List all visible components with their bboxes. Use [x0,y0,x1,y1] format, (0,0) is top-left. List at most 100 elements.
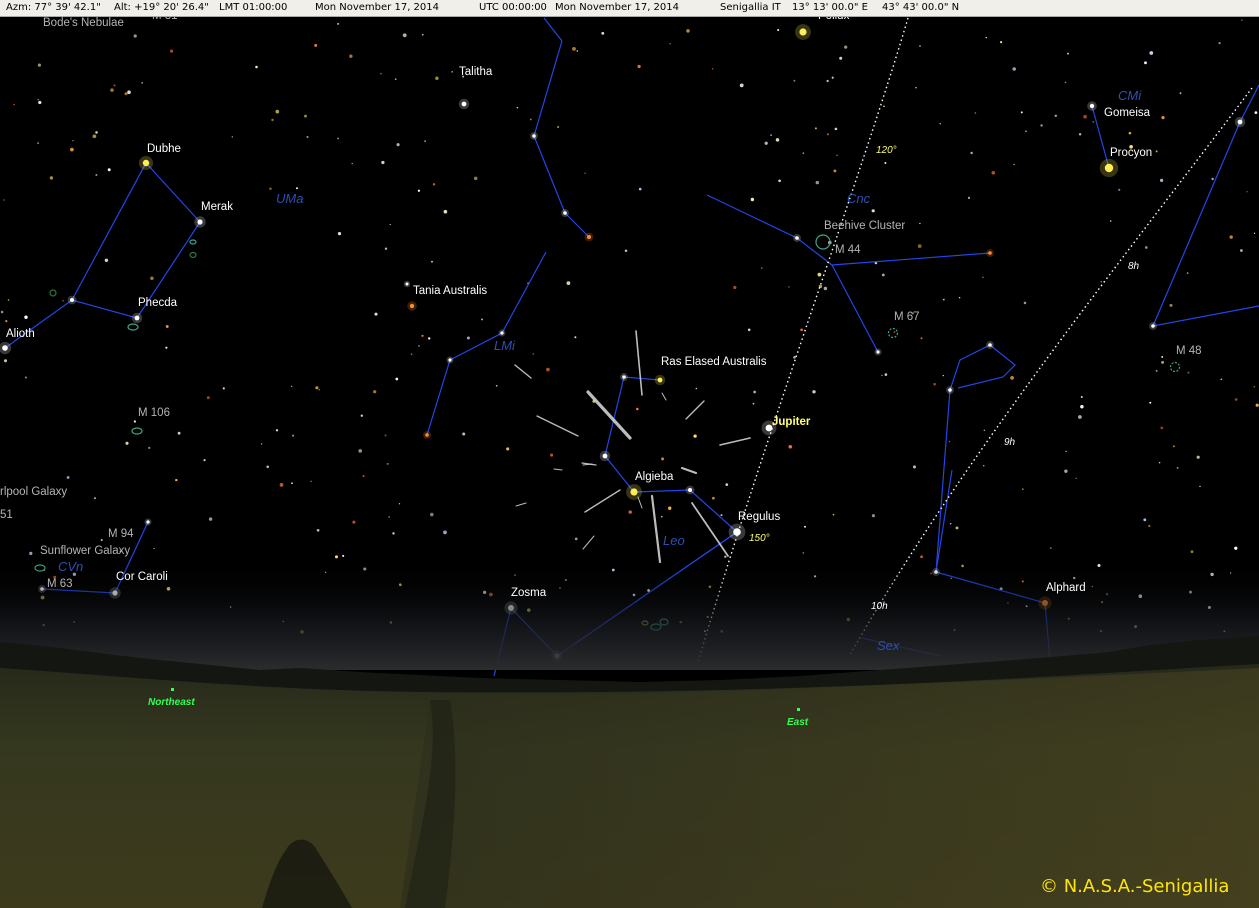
label-phecda[interactable]: Phecda [138,297,177,310]
label-beehive-cluster[interactable]: Beehive Cluster [824,220,905,233]
star-chertan[interactable] [688,488,692,492]
label-jupiter[interactable]: Jupiter [772,416,810,429]
background-star [473,176,478,181]
label-m67[interactable]: M 67 [894,311,920,324]
label-cor-caroli[interactable]: Cor Caroli [116,571,168,584]
star-lmi[interactable] [500,331,504,335]
background-star [435,76,439,80]
label-m106[interactable]: M 106 [138,407,170,420]
background-star [529,118,532,121]
label-m51[interactable]: 51 [0,509,13,522]
star-regulus[interactable] [733,528,741,536]
label-m63[interactable]: M 63 [47,578,73,591]
background-star [753,390,756,394]
star-phecda[interactable] [134,315,140,321]
star-merak[interactable] [197,219,203,225]
star-cnc-3[interactable] [988,251,992,255]
star-lmi-2[interactable] [448,358,452,362]
background-star [970,151,973,155]
background-star [1054,114,1058,118]
label-zosma[interactable]: Zosma [511,587,546,600]
star-cnc-2[interactable] [876,350,880,354]
star-eta-leo[interactable] [602,453,608,459]
background-star [170,49,174,53]
star-dubhe[interactable] [142,159,150,167]
star-talitha[interactable] [461,101,467,107]
background-star [1065,450,1067,452]
background-star [148,446,151,450]
background-star [693,434,697,438]
background-star [967,196,971,199]
star-hya-3[interactable] [988,343,992,347]
star-mon[interactable] [1237,119,1243,125]
background-star [1169,303,1173,307]
background-star [495,384,498,387]
background-star [1179,92,1182,95]
background-star [1064,81,1067,84]
background-star [381,160,385,165]
azimuth-120-label: 120° [876,145,897,156]
background-star [668,506,672,510]
background-star [1092,121,1094,123]
background-star [939,123,941,125]
label-talitha[interactable]: Talitha [459,66,492,79]
star-algieba[interactable] [630,488,638,496]
star-adhafera[interactable] [622,375,626,379]
background-star [933,382,936,386]
background-star [316,528,320,532]
label-alphard[interactable]: Alphard [1046,582,1086,595]
label-algieba[interactable]: Algieba [635,471,673,484]
background-star [222,387,225,390]
star-pollux[interactable] [799,28,807,36]
sky-map[interactable] [0,0,1259,908]
background-star [481,318,483,321]
star-lmi-3[interactable] [425,433,429,437]
star-hya-2[interactable] [948,388,952,392]
background-star [985,36,987,39]
label-procyon[interactable]: Procyon [1110,147,1152,160]
label-whirlpool-galaxy[interactable]: rlpool Galaxy [0,486,67,499]
star-alioth[interactable] [2,345,8,351]
background-star [881,273,885,277]
star-lyn-3[interactable] [587,235,591,239]
background-star [70,147,74,152]
star-lyn[interactable] [532,134,536,138]
label-sunflower-galaxy[interactable]: Sunflower Galaxy [40,545,130,558]
star-lyn-2[interactable] [563,211,567,215]
star-gomeisa[interactable] [1089,103,1095,109]
label-dubhe[interactable]: Dubhe [147,143,181,156]
lmt-date: Mon November 17, 2014 [315,2,439,13]
label-m48[interactable]: M 48 [1176,345,1202,358]
star-uma[interactable] [70,298,74,302]
east-marker [797,708,800,711]
label-m44[interactable]: M 44 [835,244,861,257]
label-tania-australis[interactable]: Tania Australis [413,285,487,298]
background-star [360,414,364,417]
star-tania-borealis[interactable] [405,282,409,286]
ra-10h-label: 10h [871,601,888,612]
label-gomeisa[interactable]: Gomeisa [1104,107,1150,120]
background-star [206,396,210,400]
label-ras-elased-australis[interactable]: Ras Elased Australis [661,356,766,369]
label-m94[interactable]: M 94 [108,528,134,541]
background-star [290,385,293,387]
star-tania-australis[interactable] [409,303,415,309]
background-star [292,434,295,437]
star-procyon[interactable] [1104,163,1114,173]
star-cnc[interactable] [795,236,799,240]
background-star [1155,369,1158,372]
label-merak[interactable]: Merak [201,201,233,214]
label-regulus[interactable]: Regulus [738,511,780,524]
background-star [546,367,550,372]
lmt-time: LMT 01:00:00 [219,2,288,13]
planetarium-window: Azm: 77° 39' 42.1" Alt: +19° 20' 26.4" L… [0,0,1259,908]
background-star [506,447,510,451]
background-star [1144,246,1148,249]
star-mon-2[interactable] [1151,324,1155,328]
star-cvn-2[interactable] [146,520,150,524]
star-ras-elased[interactable] [657,377,663,383]
background-star [421,334,424,337]
background-star [1118,188,1121,191]
label-alioth[interactable]: Alioth [6,328,35,341]
background-star [550,453,554,457]
